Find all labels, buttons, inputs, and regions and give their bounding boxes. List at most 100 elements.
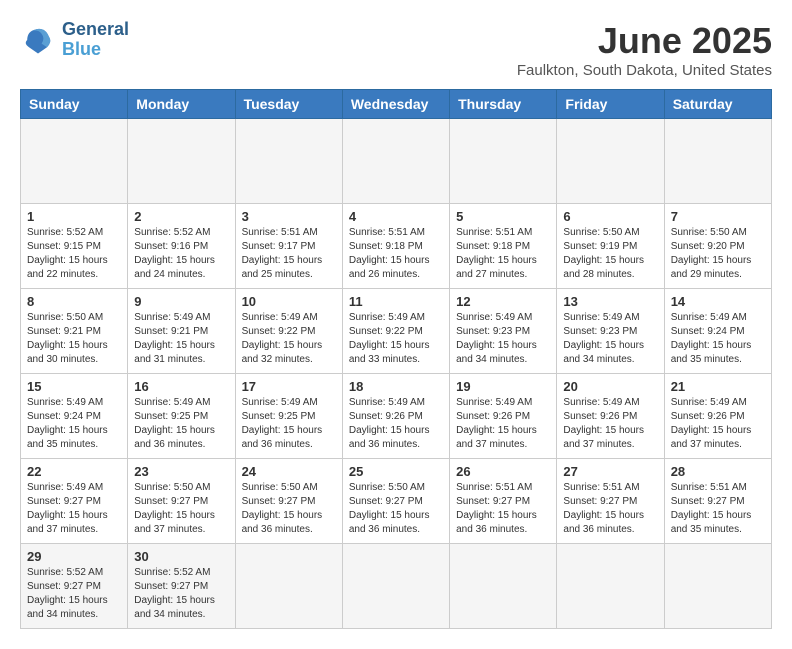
day-info: Sunrise: 5:51 AMSunset: 9:27 PMDaylight:…: [456, 481, 550, 537]
calendar-day-cell: 26 Sunrise: 5:51 AMSunset: 9:27 PMDayligh…: [450, 459, 557, 544]
calendar-week-row: 15Sunrise: 5:49 AMSunset: 9:24 PMDayligh…: [21, 374, 772, 459]
calendar-day-cell: 30 Sunrise: 5:52 AMSunset: 9:27 PMDayligh…: [128, 544, 235, 629]
day-info: Sunrise: 5:49 AMSunset: 9:26 PMDaylight:…: [563, 396, 657, 452]
day-number: 18: [349, 379, 443, 394]
day-info: Sunrise: 5:50 AMSunset: 9:27 PMDaylight:…: [349, 481, 443, 537]
logo: General Blue: [20, 20, 129, 60]
calendar-day-cell: 5 Sunrise: 5:51 AMSunset: 9:18 PMDaylight…: [450, 204, 557, 289]
calendar-header-row: SundayMondayTuesdayWednesdayThursdayFrid…: [21, 90, 772, 119]
calendar-day-cell: 19 Sunrise: 5:49 AMSunset: 9:26 PMDayligh…: [450, 374, 557, 459]
day-number: 5: [456, 209, 550, 224]
calendar-day-cell: [21, 119, 128, 204]
calendar-day-cell: [557, 119, 664, 204]
calendar-week-row: 29Sunrise: 5:52 AMSunset: 9:27 PMDayligh…: [21, 544, 772, 629]
calendar-day-cell: 10 Sunrise: 5:49 AMSunset: 9:22 PMDayligh…: [235, 289, 342, 374]
day-number: 22: [27, 464, 121, 479]
calendar-day-cell: 16Sunrise: 5:49 AMSunset: 9:25 PMDayligh…: [128, 374, 235, 459]
calendar-day-cell: 23Sunrise: 5:50 AMSunset: 9:27 PMDayligh…: [128, 459, 235, 544]
day-info: Sunrise: 5:51 AMSunset: 9:27 PMDaylight:…: [671, 481, 765, 537]
calendar-day-cell: [664, 544, 771, 629]
day-number: 13: [563, 294, 657, 309]
title-section: June 2025 Faulkton, South Dakota, United…: [517, 20, 772, 79]
day-info: Sunrise: 5:50 AMSunset: 9:20 PMDaylight:…: [671, 226, 765, 282]
day-info: Sunrise: 5:52 AMSunset: 9:27 PMDaylight:…: [27, 566, 121, 622]
day-number: 4: [349, 209, 443, 224]
calendar-day-cell: [235, 119, 342, 204]
weekday-header-saturday: Saturday: [664, 90, 771, 119]
page-header: General Blue June 2025 Faulkton, South D…: [20, 20, 772, 79]
calendar-day-cell: [128, 119, 235, 204]
day-number: 8: [27, 294, 121, 309]
weekday-header-monday: Monday: [128, 90, 235, 119]
day-number: 11: [349, 294, 443, 309]
logo-icon: [20, 22, 56, 58]
day-number: 21: [671, 379, 765, 394]
calendar-week-row: 22 Sunrise: 5:49 AMSunset: 9:27 PMDayligh…: [21, 459, 772, 544]
day-number: 30: [134, 549, 228, 564]
day-number: 23: [134, 464, 228, 479]
day-info: Sunrise: 5:50 AMSunset: 9:27 PMDaylight:…: [242, 481, 336, 537]
calendar-day-cell: 27Sunrise: 5:51 AMSunset: 9:27 PMDayligh…: [557, 459, 664, 544]
day-info: Sunrise: 5:49 AMSunset: 9:27 PMDaylight:…: [27, 481, 121, 537]
day-number: 26: [456, 464, 550, 479]
day-info: Sunrise: 5:51 AMSunset: 9:18 PMDaylight:…: [456, 226, 550, 282]
day-info: Sunrise: 5:49 AMSunset: 9:24 PMDaylight:…: [27, 396, 121, 452]
day-info: Sunrise: 5:52 AMSunset: 9:27 PMDaylight:…: [134, 566, 228, 622]
day-info: Sunrise: 5:49 AMSunset: 9:26 PMDaylight:…: [456, 396, 550, 452]
calendar-day-cell: 22 Sunrise: 5:49 AMSunset: 9:27 PMDayligh…: [21, 459, 128, 544]
day-number: 24: [242, 464, 336, 479]
calendar-day-cell: [342, 119, 449, 204]
day-info: Sunrise: 5:49 AMSunset: 9:25 PMDaylight:…: [242, 396, 336, 452]
calendar-day-cell: [342, 544, 449, 629]
day-info: Sunrise: 5:52 AMSunset: 9:16 PMDaylight:…: [134, 226, 228, 282]
calendar-day-cell: [557, 544, 664, 629]
day-number: 1: [27, 209, 121, 224]
calendar-day-cell: [664, 119, 771, 204]
day-info: Sunrise: 5:52 AMSunset: 9:15 PMDaylight:…: [27, 226, 121, 282]
calendar-day-cell: 7 Sunrise: 5:50 AMSunset: 9:20 PMDaylight…: [664, 204, 771, 289]
day-info: Sunrise: 5:49 AMSunset: 9:22 PMDaylight:…: [349, 311, 443, 367]
calendar-day-cell: 24 Sunrise: 5:50 AMSunset: 9:27 PMDayligh…: [235, 459, 342, 544]
calendar-day-cell: 17Sunrise: 5:49 AMSunset: 9:25 PMDayligh…: [235, 374, 342, 459]
calendar-day-cell: [450, 119, 557, 204]
calendar-week-row: [21, 119, 772, 204]
day-info: Sunrise: 5:51 AMSunset: 9:17 PMDaylight:…: [242, 226, 336, 282]
weekday-header-thursday: Thursday: [450, 90, 557, 119]
month-year-title: June 2025: [517, 20, 772, 62]
weekday-header-wednesday: Wednesday: [342, 90, 449, 119]
day-info: Sunrise: 5:49 AMSunset: 9:26 PMDaylight:…: [349, 396, 443, 452]
calendar-day-cell: 2 Sunrise: 5:52 AMSunset: 9:16 PMDaylight…: [128, 204, 235, 289]
calendar-day-cell: [235, 544, 342, 629]
day-info: Sunrise: 5:49 AMSunset: 9:23 PMDaylight:…: [563, 311, 657, 367]
weekday-header-sunday: Sunday: [21, 90, 128, 119]
calendar-day-cell: 8 Sunrise: 5:50 AMSunset: 9:21 PMDaylight…: [21, 289, 128, 374]
day-info: Sunrise: 5:49 AMSunset: 9:24 PMDaylight:…: [671, 311, 765, 367]
calendar-day-cell: 25 Sunrise: 5:50 AMSunset: 9:27 PMDayligh…: [342, 459, 449, 544]
day-number: 19: [456, 379, 550, 394]
calendar-day-cell: 15Sunrise: 5:49 AMSunset: 9:24 PMDayligh…: [21, 374, 128, 459]
calendar-day-cell: 3 Sunrise: 5:51 AMSunset: 9:17 PMDaylight…: [235, 204, 342, 289]
location-subtitle: Faulkton, South Dakota, United States: [517, 62, 772, 79]
day-number: 7: [671, 209, 765, 224]
calendar-day-cell: 18 Sunrise: 5:49 AMSunset: 9:26 PMDayligh…: [342, 374, 449, 459]
calendar-day-cell: 20Sunrise: 5:49 AMSunset: 9:26 PMDayligh…: [557, 374, 664, 459]
calendar-day-cell: 11 Sunrise: 5:49 AMSunset: 9:22 PMDayligh…: [342, 289, 449, 374]
calendar-table: SundayMondayTuesdayWednesdayThursdayFrid…: [20, 89, 772, 629]
day-number: 14: [671, 294, 765, 309]
calendar-week-row: 8 Sunrise: 5:50 AMSunset: 9:21 PMDaylight…: [21, 289, 772, 374]
calendar-day-cell: 14 Sunrise: 5:49 AMSunset: 9:24 PMDayligh…: [664, 289, 771, 374]
calendar-day-cell: 6Sunrise: 5:50 AMSunset: 9:19 PMDaylight…: [557, 204, 664, 289]
day-info: Sunrise: 5:50 AMSunset: 9:21 PMDaylight:…: [27, 311, 121, 367]
day-info: Sunrise: 5:49 AMSunset: 9:21 PMDaylight:…: [134, 311, 228, 367]
day-number: 3: [242, 209, 336, 224]
day-info: Sunrise: 5:49 AMSunset: 9:22 PMDaylight:…: [242, 311, 336, 367]
calendar-day-cell: 1 Sunrise: 5:52 AMSunset: 9:15 PMDaylight…: [21, 204, 128, 289]
day-number: 28: [671, 464, 765, 479]
calendar-day-cell: 28 Sunrise: 5:51 AMSunset: 9:27 PMDayligh…: [664, 459, 771, 544]
day-number: 10: [242, 294, 336, 309]
day-number: 25: [349, 464, 443, 479]
weekday-header-tuesday: Tuesday: [235, 90, 342, 119]
day-info: Sunrise: 5:49 AMSunset: 9:26 PMDaylight:…: [671, 396, 765, 452]
calendar-day-cell: 4Sunrise: 5:51 AMSunset: 9:18 PMDaylight…: [342, 204, 449, 289]
day-number: 2: [134, 209, 228, 224]
